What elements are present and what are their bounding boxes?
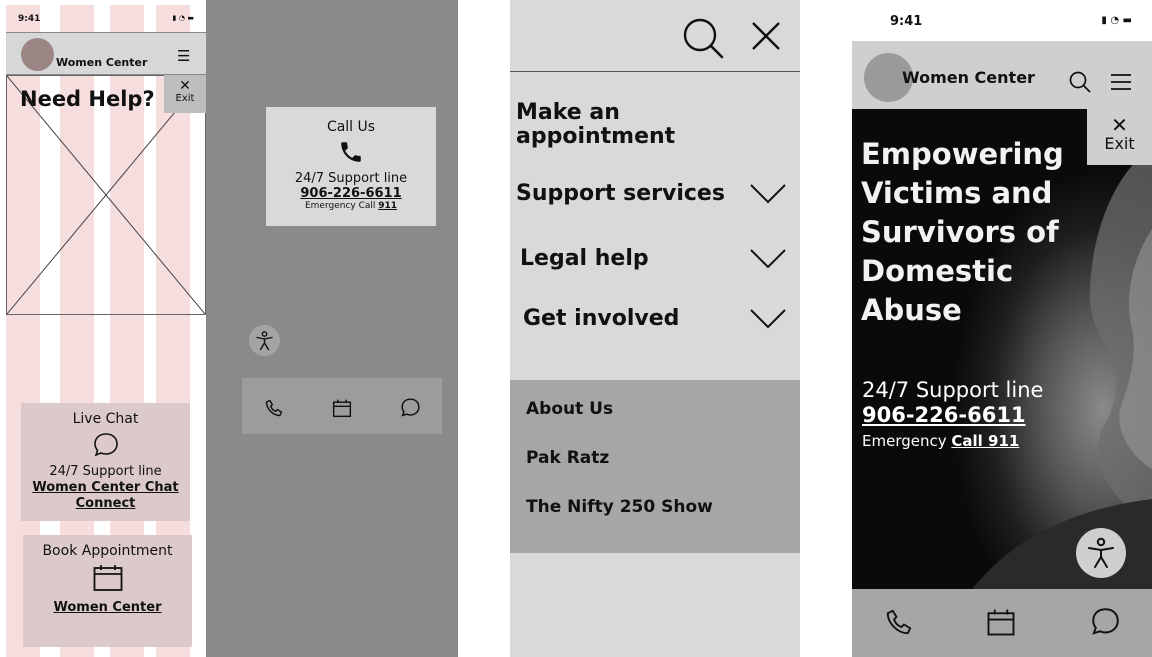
calendar-icon[interactable] xyxy=(986,607,1016,637)
emergency-prefix: Emergency Call xyxy=(304,201,379,211)
menu-item-legal-help[interactable]: Legal help xyxy=(520,247,649,271)
search-icon[interactable] xyxy=(682,17,724,59)
close-icon[interactable] xyxy=(750,20,782,52)
support-phone-link[interactable]: 906-226-6611 xyxy=(266,186,436,201)
support-line-label: 24/7 Support line xyxy=(49,464,162,479)
support-line-label: 24/7 Support line xyxy=(862,378,1044,402)
call-us-popup[interactable]: Call Us 24/7 Support line 906-226-6611 E… xyxy=(266,107,436,226)
link-nifty-250-show[interactable]: The Nifty 250 Show xyxy=(526,497,713,517)
chevron-down-icon[interactable] xyxy=(750,183,786,205)
phone-icon[interactable] xyxy=(264,398,284,418)
accessibility-icon xyxy=(256,331,273,351)
book-appointment-card[interactable]: Book Appointment Women Center xyxy=(23,535,192,647)
frame-home: 9:41 ▮ ◔ ▬ Women Center ✕ Exit Empowerin… xyxy=(852,0,1152,657)
calendar-icon[interactable] xyxy=(332,398,352,418)
status-time: 9:41 xyxy=(890,14,923,29)
accessibility-button[interactable] xyxy=(249,325,280,356)
emergency-911-link[interactable]: 911 xyxy=(378,201,397,211)
hero-headline: Empowering Victims and Survivors of Dome… xyxy=(861,137,1064,327)
status-time: 9:41 xyxy=(18,14,41,24)
hamburger-menu-icon[interactable]: ☰ xyxy=(177,49,190,64)
exit-label: Exit xyxy=(175,93,195,104)
frame-need-help: 9:41 ▮ ◔ ▬ Women Center ☰ Need Help? ✕ E… xyxy=(6,5,206,657)
divider xyxy=(510,71,800,72)
frame-call-overlay: Call Us 24/7 Support line 906-226-6611 E… xyxy=(206,0,458,657)
support-phone-link[interactable]: 906-226-6611 xyxy=(862,403,1026,427)
status-icons: ▮ ◔ ▬ xyxy=(172,14,194,22)
accessibility-button[interactable] xyxy=(1076,528,1126,578)
secondary-links-panel: About Us Pak Ratz The Nifty 250 Show xyxy=(510,380,800,553)
page-title: Need Help? xyxy=(20,87,155,111)
bottom-action-bar xyxy=(242,378,442,434)
live-chat-title: Live Chat xyxy=(72,411,139,427)
brand-name: Women Center xyxy=(56,56,148,69)
call-us-title: Call Us xyxy=(326,119,376,135)
exit-button[interactable]: ✕ Exit xyxy=(164,75,206,113)
calendar-icon xyxy=(93,565,122,591)
chat-bubble-icon[interactable] xyxy=(1090,606,1121,637)
search-icon[interactable] xyxy=(1069,71,1091,93)
book-appointment-title: Book Appointment xyxy=(42,543,173,559)
bottom-action-bar xyxy=(852,589,1152,657)
chat-bubble-icon[interactable] xyxy=(400,397,421,418)
wireframe-canvas: 9:41 ▮ ◔ ▬ Women Center ☰ Need Help? ✕ E… xyxy=(0,0,1152,657)
emergency-call-text: Emergency Call 911 xyxy=(266,201,436,211)
call-911-link[interactable]: Call 911 xyxy=(951,432,1019,450)
accessibility-icon xyxy=(1088,537,1114,568)
status-icons: ▮ ◔ ▬ xyxy=(1101,15,1132,26)
close-icon: ✕ xyxy=(179,78,191,94)
live-chat-card[interactable]: Live Chat 24/7 Support line Women Center… xyxy=(21,403,190,521)
menu-item-get-involved[interactable]: Get involved xyxy=(523,307,679,331)
chat-bubble-icon xyxy=(93,433,118,457)
brand-name: Women Center xyxy=(902,68,1035,87)
chevron-down-icon[interactable] xyxy=(750,248,786,270)
link-about-us[interactable]: About Us xyxy=(526,399,613,419)
menu-item-make-appointment[interactable]: Make an appointment xyxy=(516,101,716,149)
menu-item-support-services[interactable]: Support services xyxy=(516,182,725,206)
link-pak-ratz[interactable]: Pak Ratz xyxy=(526,448,609,468)
phone-icon xyxy=(341,142,361,162)
hamburger-menu-icon[interactable] xyxy=(1110,73,1132,91)
support-line-label: 24/7 Support line xyxy=(294,171,408,186)
phone-icon[interactable] xyxy=(884,607,914,637)
emergency-call-text: Emergency Call 911 xyxy=(862,432,1019,450)
chevron-down-icon[interactable] xyxy=(750,308,786,330)
logo[interactable] xyxy=(21,38,54,71)
frame-navigation-menu: Make an appointment Support services Leg… xyxy=(510,0,800,657)
emergency-prefix: Emergency xyxy=(862,432,952,450)
women-center-link[interactable]: Women Center xyxy=(23,600,192,616)
chat-connect-link[interactable]: Women Center Chat Connect xyxy=(21,480,190,512)
close-icon: ✕ xyxy=(1111,113,1128,137)
